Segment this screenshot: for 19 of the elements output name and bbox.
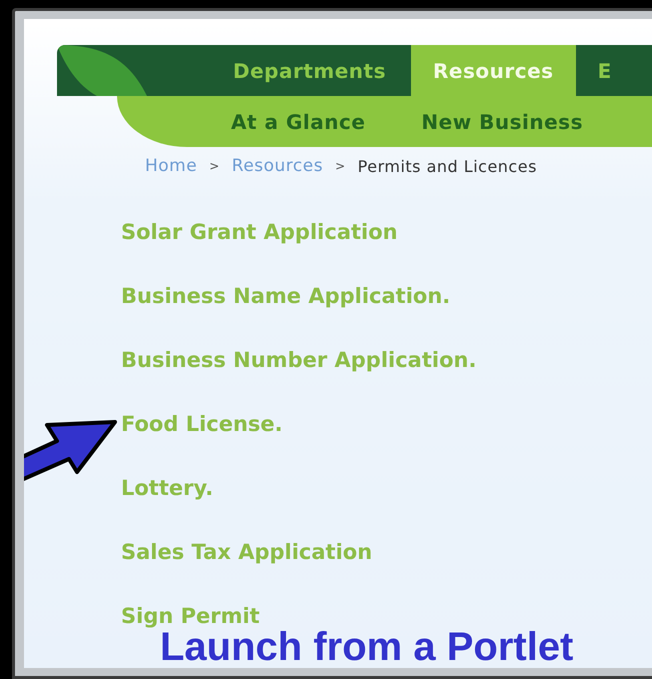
leaf-icon [57, 45, 147, 96]
caption: Launch from a Portlet [160, 627, 574, 667]
nav-tab[interactable]: Resources [411, 45, 576, 96]
breadcrumb-separator: > [209, 159, 220, 173]
breadcrumb-current: Permits and Licences [358, 156, 537, 176]
portlet-link[interactable]: Sales Tax Application [121, 540, 372, 564]
breadcrumb-link[interactable]: Home [145, 156, 198, 176]
portlet-link[interactable]: Business Name Application. [121, 284, 450, 308]
portlet-link[interactable]: Lottery. [121, 476, 214, 500]
portlet-link[interactable]: Food License. [121, 412, 283, 436]
portlet-link[interactable]: Sign Permit [121, 604, 260, 628]
breadcrumb-separator: > [335, 159, 346, 173]
portlet-link[interactable]: Solar Grant Application [121, 220, 398, 244]
sub-nav-link[interactable]: At a Glance [231, 110, 366, 134]
portlet-link[interactable]: Business Number Application. [121, 348, 476, 372]
nav-tab[interactable]: Departments [233, 45, 412, 96]
nav-tab[interactable]: E [598, 45, 637, 96]
sub-nav-link[interactable]: New Business [421, 110, 583, 134]
breadcrumb-link[interactable]: Resources [232, 156, 324, 176]
